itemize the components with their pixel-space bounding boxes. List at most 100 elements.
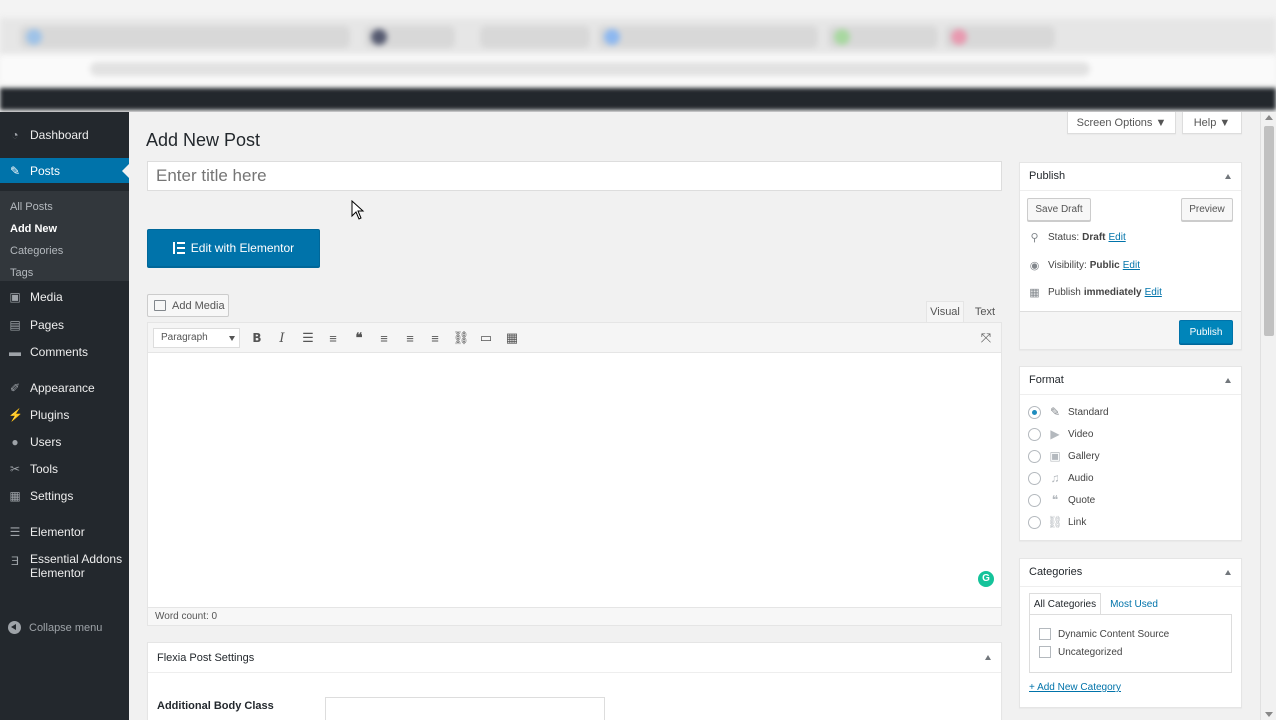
browser-tab[interactable] (598, 26, 818, 48)
browser-tab[interactable] (20, 26, 350, 48)
format-option-label: Quote (1068, 494, 1096, 506)
scroll-down-icon[interactable] (1265, 712, 1273, 717)
browser-tab[interactable] (945, 26, 1055, 48)
categories-box-title[interactable]: Categories (1020, 559, 1241, 587)
elementor-icon (172, 242, 185, 254)
publish-box-title[interactable]: Publish (1020, 163, 1241, 191)
status-edit-link[interactable]: Edit (1108, 232, 1125, 243)
sidebar-item-settings[interactable]: ▦ Settings (0, 483, 129, 509)
add-new-category-link[interactable]: + Add New Category (1029, 682, 1121, 693)
format-box-title[interactable]: Format (1020, 367, 1241, 395)
align-center-button[interactable]: ≡ (399, 328, 421, 348)
sidebar-item-users[interactable]: ● Users (0, 429, 129, 455)
browser-tab[interactable] (365, 26, 455, 48)
browser-tab[interactable] (828, 26, 938, 48)
radio-button[interactable] (1028, 515, 1041, 529)
format-option-quote[interactable]: ❝ Quote (1028, 493, 1095, 507)
collapse-arrow-icon[interactable] (1225, 174, 1231, 179)
sidebar-item-elementor[interactable]: ☰ Elementor (0, 519, 129, 545)
submenu-tags[interactable]: Tags (0, 262, 129, 284)
edit-with-elementor-label: Edit with Elementor (190, 241, 295, 255)
brush-icon: ✐ (9, 381, 21, 395)
radio-button[interactable] (1028, 449, 1041, 463)
insert-link-button[interactable]: ⛓ (450, 328, 472, 348)
flexia-post-settings-title[interactable]: Flexia Post Settings (148, 643, 1001, 673)
submenu-categories[interactable]: Categories (0, 240, 129, 262)
radio-button[interactable] (1028, 471, 1041, 485)
format-option-label: Video (1068, 428, 1094, 440)
category-item[interactable]: Uncategorized (1039, 646, 1122, 658)
sidebar-item-label-line2: Elementor (30, 566, 85, 580)
wrench-icon: ✂ (9, 462, 21, 476)
read-more-button[interactable]: ▭ (475, 328, 497, 348)
radio-button[interactable] (1028, 493, 1041, 507)
edit-with-elementor-button[interactable]: Edit with Elementor (147, 229, 320, 267)
toolbar-toggle-button[interactable]: ▦ (501, 328, 523, 348)
bullet-list-button[interactable]: ☰ (297, 328, 319, 348)
add-media-button[interactable]: Add Media (147, 294, 229, 317)
tab-all-categories[interactable]: All Categories (1029, 593, 1101, 615)
fullscreen-button[interactable]: ⤧ (975, 328, 997, 348)
grammarly-icon[interactable]: G (978, 571, 994, 587)
format-option-audio[interactable]: ♫ Audio (1028, 471, 1094, 485)
sidebar-item-label: Settings (30, 489, 74, 503)
collapse-arrow-icon[interactable] (1225, 378, 1231, 383)
sidebar-item-plugins[interactable]: ⚡ Plugins (0, 402, 129, 428)
eye-icon: ◉ (1029, 260, 1040, 272)
sidebar-item-comments[interactable]: ▬ Comments (0, 339, 129, 365)
browser-tab[interactable] (480, 26, 590, 48)
tab-text[interactable]: Text (968, 301, 1002, 323)
media-icon (154, 300, 166, 311)
italic-button[interactable]: I (271, 328, 293, 348)
page-scrollbar[interactable] (1260, 112, 1276, 720)
blockquote-button[interactable]: ❝ (348, 328, 370, 348)
publish-date-edit-link[interactable]: Edit (1145, 287, 1162, 298)
post-title-input[interactable] (147, 161, 1002, 191)
scroll-up-icon[interactable] (1265, 115, 1273, 120)
category-item[interactable]: Dynamic Content Source (1039, 628, 1169, 640)
sidebar-item-appearance[interactable]: ✐ Appearance (0, 375, 129, 401)
sidebar-item-tools[interactable]: ✂ Tools (0, 456, 129, 482)
sidebar-item-essential-addons[interactable]: Ǝ Essential Addons Elementor (0, 552, 129, 586)
tab-visual[interactable]: Visual (926, 301, 964, 323)
browser-address-bar[interactable] (0, 56, 1276, 84)
format-select[interactable]: Paragraph (153, 328, 240, 348)
admin-sidebar: ◔ Dashboard ✎ Posts All Posts Add New Cate… (0, 112, 129, 720)
format-option-label: Standard (1068, 406, 1109, 418)
collapse-menu-button[interactable]: Collapse menu (8, 621, 102, 634)
scrollbar-thumb[interactable] (1264, 126, 1274, 336)
collapse-arrow-icon[interactable] (985, 655, 991, 660)
tab-most-used[interactable]: Most Used (1104, 593, 1164, 615)
sidebar-item-dashboard[interactable]: ◔ Dashboard (0, 122, 129, 148)
align-left-button[interactable]: ≡ (373, 328, 395, 348)
align-right-button[interactable]: ≡ (424, 328, 446, 348)
preview-button[interactable]: Preview (1181, 198, 1233, 221)
radio-button[interactable] (1028, 405, 1041, 419)
additional-body-class-input[interactable] (325, 697, 605, 720)
screen-options-button[interactable]: Screen Options ▼ (1067, 112, 1176, 134)
sidebar-item-pages[interactable]: ▤ Pages (0, 312, 129, 338)
submenu-all-posts[interactable]: All Posts (0, 196, 129, 218)
comments-icon: ▬ (9, 345, 21, 359)
visibility-edit-link[interactable]: Edit (1123, 260, 1140, 271)
format-option-gallery[interactable]: ▣ Gallery (1028, 449, 1100, 463)
checkbox[interactable] (1039, 646, 1051, 658)
bold-button[interactable]: B (246, 328, 268, 348)
format-option-link[interactable]: ⛓ Link (1028, 515, 1086, 529)
checkbox[interactable] (1039, 628, 1051, 640)
numbered-list-button[interactable]: ≡ (322, 328, 344, 348)
collapse-arrow-icon[interactable] (1225, 570, 1231, 575)
format-select-value: Paragraph (161, 332, 208, 343)
status-label: Status: (1048, 232, 1080, 243)
format-option-standard[interactable]: ✎ Standard (1028, 405, 1109, 419)
sidebar-item-posts[interactable]: ✎ Posts (0, 158, 129, 183)
help-button[interactable]: Help ▼ (1182, 112, 1242, 134)
radio-button[interactable] (1028, 427, 1041, 441)
publish-button[interactable]: Publish (1179, 320, 1233, 344)
submenu-add-new[interactable]: Add New (0, 218, 129, 240)
sidebar-item-label: Posts (30, 163, 61, 178)
sidebar-item-label: Dashboard (30, 128, 89, 142)
format-option-video[interactable]: ▶ Video (1028, 427, 1093, 441)
save-draft-button[interactable]: Save Draft (1027, 198, 1091, 221)
sidebar-item-media[interactable]: ▣ Media (0, 284, 129, 310)
